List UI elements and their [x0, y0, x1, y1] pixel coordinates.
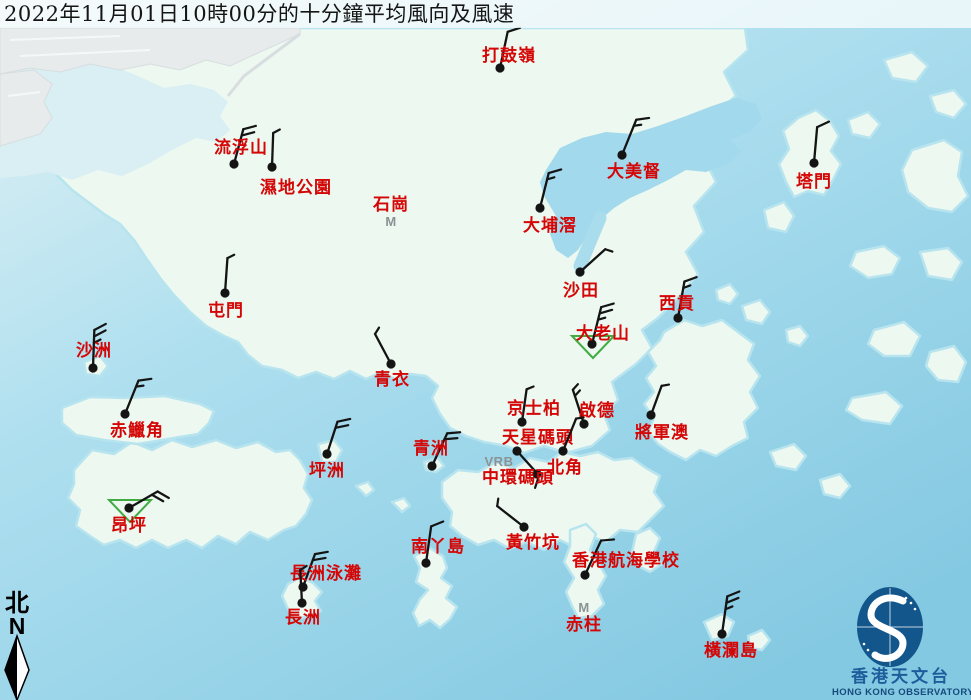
station-label: 橫瀾島	[704, 640, 758, 661]
station-label: 沙洲	[76, 341, 112, 361]
station-dot	[386, 359, 395, 368]
landmass-lantau	[68, 440, 312, 548]
station-label: 青洲	[413, 438, 449, 459]
station-label: 打鼓嶺	[482, 45, 536, 66]
station-label: 中環碼頭	[482, 467, 554, 488]
station-dot	[220, 288, 229, 297]
station-label: 南丫島	[411, 536, 465, 557]
wind-barb	[634, 125, 641, 126]
station-dot	[322, 449, 331, 458]
wind-barb-staff	[272, 133, 273, 167]
station-dot	[120, 409, 129, 418]
variable-wind-marker: VRB	[485, 454, 514, 469]
logo-halftone-dot	[872, 654, 875, 657]
station-dot	[673, 313, 682, 322]
missing-data-marker: M	[385, 214, 396, 229]
station-dot	[124, 503, 133, 512]
station-dot	[427, 461, 436, 470]
station-dot	[580, 570, 589, 579]
wind-barb	[601, 539, 614, 540]
station-label: 昂坪	[111, 516, 147, 536]
station-label: 黃竹坑	[505, 532, 560, 553]
station-dot	[229, 159, 238, 168]
station-dot	[646, 410, 655, 419]
hko-logo-chinese-name: 香港天文台	[851, 666, 951, 687]
missing-data-marker: M	[578, 600, 589, 615]
wind-barb	[662, 385, 669, 386]
logo-halftone-dot	[914, 608, 917, 611]
logo-halftone-dot	[905, 597, 908, 600]
station-dot	[558, 446, 567, 455]
station-label: 京士柏	[507, 398, 561, 419]
station-dot	[809, 158, 818, 167]
wind-barb	[136, 386, 143, 387]
station-label: 赤柱	[566, 614, 602, 635]
hong-kong-wind-map: 打鼓嶺流浮山濕地公園M石崗大美督塔門大埔滘沙田西貢大老山屯門沙洲赤鱲角青衣青洲京…	[0, 0, 971, 700]
station-label: 濕地公園	[260, 177, 332, 198]
station-label: 石崗	[372, 195, 409, 215]
logo-halftone-dot	[910, 602, 913, 605]
station-label: 將軍澳	[635, 422, 689, 443]
wind-map-screen: 打鼓嶺流浮山濕地公園M石崗大美督塔門大埔滘沙田西貢大老山屯門沙洲赤鱲角青衣青洲京…	[0, 0, 971, 700]
station-dot	[617, 150, 626, 159]
station-label: 塔門	[796, 171, 832, 192]
station-label: 天星碼頭	[502, 428, 574, 448]
station-dot	[297, 598, 306, 607]
station-label: 青衣	[374, 369, 410, 390]
hko-logo-english-name: HONG KONG OBSERVATORY	[832, 687, 971, 698]
station-label: 坪洲	[309, 461, 345, 481]
station-label: 香港航海學校	[572, 550, 680, 571]
wind-barb	[447, 432, 460, 433]
map-title-bar: 2022年11月01日10時00分的十分鐘平均風向及風速	[0, 0, 971, 28]
station-label: 北角	[547, 457, 583, 478]
station-dot	[421, 558, 430, 567]
station-label: 大老山	[576, 323, 630, 344]
station-label: 西貢	[659, 294, 695, 314]
station-label: 大美督	[607, 161, 661, 182]
station-label: 大埔滘	[523, 215, 577, 236]
station-dot	[535, 203, 544, 212]
station-dot	[267, 162, 276, 171]
station-label: 沙田	[563, 281, 599, 301]
station-label: 長洲	[285, 608, 321, 628]
station-label: 流浮山	[214, 137, 268, 158]
wind-barb	[576, 418, 583, 419]
station-dot	[519, 522, 528, 531]
station-label: 屯門	[208, 300, 244, 321]
station-label: 赤鱲角	[110, 420, 164, 441]
logo-halftone-dot	[867, 649, 870, 652]
logo-halftone-dot	[863, 643, 866, 646]
station-dot	[575, 267, 584, 276]
wind-barb	[497, 499, 498, 506]
map-title: 2022年11月01日10時00分的十分鐘平均風向及風速	[0, 0, 971, 27]
station-dot	[717, 629, 726, 638]
station-dot	[88, 363, 97, 372]
